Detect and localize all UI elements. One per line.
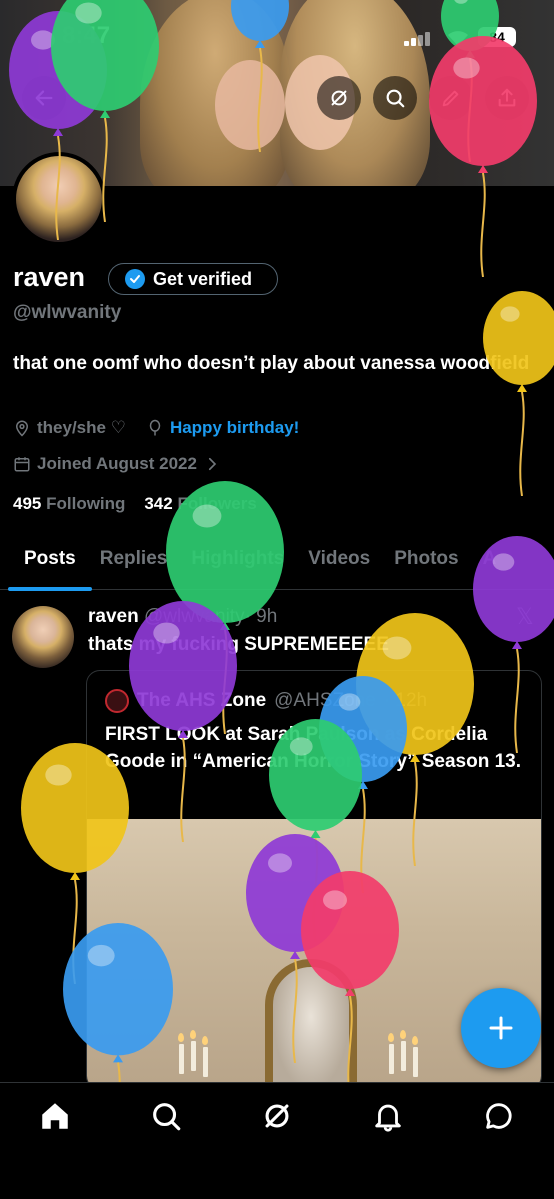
edit-button[interactable] bbox=[429, 76, 473, 120]
joined-row[interactable]: Joined August 2022 bbox=[13, 454, 221, 474]
tab-photos[interactable]: Photos bbox=[382, 540, 470, 589]
flame bbox=[202, 1036, 208, 1045]
location-icon bbox=[15, 420, 29, 437]
wifi-icon bbox=[446, 28, 470, 54]
balloon bbox=[483, 291, 554, 496]
post-header: raven @wlwvanity· 9h bbox=[88, 606, 277, 628]
grok-icon bbox=[331, 90, 347, 106]
get-verified-label: Get verified bbox=[153, 268, 253, 289]
post-handle: @wlwvanity bbox=[143, 606, 245, 627]
search-icon[interactable] bbox=[149, 1099, 183, 1133]
grok-icon[interactable] bbox=[260, 1099, 294, 1133]
profile-meta-row: they/she ♡ Happy birthday! bbox=[13, 418, 299, 438]
chevron-right-icon bbox=[208, 457, 217, 471]
candle bbox=[203, 1047, 208, 1077]
pencil-icon bbox=[442, 90, 459, 107]
followers-label: Followers bbox=[177, 494, 257, 513]
quote-time: · 12h bbox=[383, 690, 428, 711]
banner-face-left bbox=[215, 60, 285, 150]
mirror-image bbox=[265, 959, 357, 1089]
chat-icon[interactable] bbox=[482, 1099, 516, 1133]
candle bbox=[179, 1044, 184, 1074]
post-time: · 9h bbox=[244, 606, 278, 627]
flame bbox=[190, 1030, 196, 1039]
bell-icon[interactable] bbox=[371, 1099, 405, 1133]
following-label: Following bbox=[46, 494, 126, 513]
status-time: 8:47 bbox=[62, 22, 111, 49]
cell-signal-icon bbox=[404, 30, 434, 46]
profile-name: raven bbox=[13, 262, 86, 292]
quote-header: The AHS Zone @AHSZone · 12h bbox=[105, 689, 427, 713]
flame bbox=[178, 1033, 184, 1042]
followers-link[interactable]: 342 Followers bbox=[144, 494, 256, 513]
profile-bio: that one oomf who doesn’t play about van… bbox=[13, 353, 530, 374]
compose-button[interactable] bbox=[461, 988, 541, 1068]
candle bbox=[413, 1047, 418, 1077]
tab-videos[interactable]: Videos bbox=[296, 540, 382, 589]
followers-count: 342 bbox=[144, 494, 173, 513]
tab-replies[interactable]: Replies bbox=[88, 540, 180, 589]
grok-button[interactable] bbox=[317, 76, 361, 120]
share-button[interactable] bbox=[485, 76, 529, 120]
battery-indicator: 84 bbox=[478, 27, 516, 47]
quote-avatar bbox=[105, 689, 129, 713]
profile-handle: @wlwvanity bbox=[13, 302, 122, 323]
arrow-left-icon bbox=[35, 90, 53, 106]
tab-articles[interactable]: A bbox=[471, 540, 509, 589]
candle bbox=[401, 1041, 406, 1071]
x-logo-icon: 𝕏 bbox=[516, 604, 534, 629]
balloon-icon bbox=[149, 419, 161, 436]
home-icon[interactable] bbox=[38, 1099, 72, 1133]
tab-highlights[interactable]: Highlights bbox=[179, 540, 296, 589]
bottom-navigation bbox=[0, 1082, 554, 1199]
following-count: 495 bbox=[13, 494, 42, 513]
calendar-icon bbox=[14, 457, 30, 472]
get-verified-button[interactable]: Get verified bbox=[108, 263, 278, 295]
back-button[interactable] bbox=[22, 76, 66, 120]
verified-badge-icon bbox=[125, 269, 145, 289]
profile-location: they/she ♡ bbox=[37, 418, 126, 437]
flame bbox=[412, 1036, 418, 1045]
flame bbox=[400, 1030, 406, 1039]
plus-icon bbox=[489, 1016, 513, 1040]
status-bar: 8:47 84 bbox=[0, 0, 554, 72]
candle bbox=[389, 1044, 394, 1074]
share-icon bbox=[498, 88, 516, 107]
quote-handle: @AHSZone bbox=[274, 690, 376, 711]
quote-author: The AHS Zone bbox=[137, 690, 267, 711]
follow-counts: 495 Following 342 Followers bbox=[13, 494, 257, 514]
post-text: thats my fucking SUPREMEEEEE bbox=[88, 634, 389, 655]
flame bbox=[388, 1033, 394, 1042]
search-icon bbox=[386, 89, 405, 108]
post-author[interactable]: raven bbox=[88, 606, 139, 627]
profile-avatar[interactable] bbox=[12, 152, 106, 246]
quote-text: FIRST LOOK at Sarah Paulson as Cordelia … bbox=[105, 724, 521, 772]
tab-posts[interactable]: Posts bbox=[0, 540, 92, 591]
candle bbox=[191, 1041, 196, 1071]
search-button[interactable] bbox=[373, 76, 417, 120]
profile-tabs: Posts Replies Highlights Videos Photos A bbox=[0, 540, 554, 591]
joined-date: Joined August 2022 bbox=[37, 454, 197, 473]
post-avatar[interactable] bbox=[12, 606, 74, 668]
following-link[interactable]: 495 Following bbox=[13, 494, 125, 513]
birthday-link[interactable]: Happy birthday! bbox=[170, 418, 299, 438]
